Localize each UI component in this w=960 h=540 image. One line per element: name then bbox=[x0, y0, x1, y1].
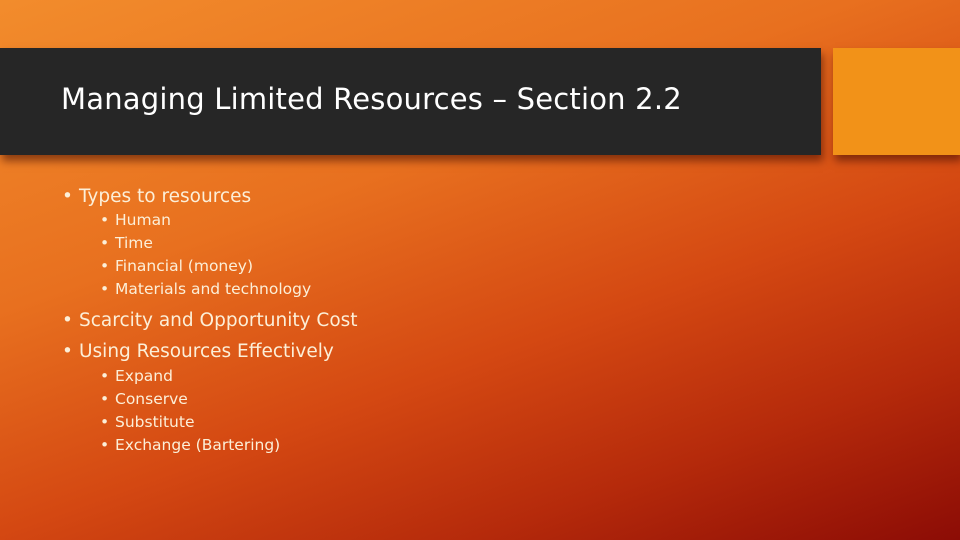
bullet-icon: • bbox=[62, 186, 73, 207]
sub-bullet-text: Human bbox=[115, 211, 171, 229]
bullet-icon: • bbox=[62, 341, 73, 362]
bullet-icon: • bbox=[100, 280, 110, 298]
sub-bullet-item: • Substitute bbox=[100, 413, 195, 431]
bullet-icon: • bbox=[100, 211, 110, 229]
bullet-item: • Using Resources Effectively bbox=[62, 341, 334, 362]
slide: Managing Limited Resources – Section 2.2… bbox=[0, 0, 960, 540]
bullet-text: Types to resources bbox=[79, 186, 252, 207]
sub-bullet-text: Expand bbox=[115, 367, 173, 385]
sub-bullet-item: • Expand bbox=[100, 367, 173, 385]
bullet-text: Scarcity and Opportunity Cost bbox=[79, 310, 358, 331]
sub-bullet-text: Exchange (Bartering) bbox=[115, 436, 281, 454]
sub-bullet-item: • Exchange (Bartering) bbox=[100, 436, 281, 454]
bullet-item: • Scarcity and Opportunity Cost bbox=[62, 310, 358, 331]
bullet-icon: • bbox=[100, 436, 110, 454]
sub-bullet-text: Substitute bbox=[115, 413, 195, 431]
bullet-icon: • bbox=[100, 234, 110, 252]
sub-bullet-item: • Financial (money) bbox=[100, 257, 254, 275]
sub-bullet-text: Financial (money) bbox=[115, 257, 254, 275]
slide-title: Managing Limited Resources – Section 2.2 bbox=[61, 82, 682, 116]
bullet-icon: • bbox=[62, 310, 73, 331]
accent-square bbox=[833, 48, 960, 155]
bullet-icon: • bbox=[100, 413, 110, 431]
sub-bullet-item: • Conserve bbox=[100, 390, 188, 408]
sub-bullet-item: • Time bbox=[100, 234, 153, 252]
bullet-icon: • bbox=[100, 390, 110, 408]
bullet-text: Using Resources Effectively bbox=[79, 341, 334, 362]
bullet-icon: • bbox=[100, 257, 110, 275]
bullet-icon: • bbox=[100, 367, 110, 385]
sub-bullet-text: Conserve bbox=[115, 390, 188, 408]
sub-bullet-item: • Materials and technology bbox=[100, 280, 312, 298]
bullet-item: • Types to resources bbox=[62, 186, 252, 207]
sub-bullet-item: • Human bbox=[100, 211, 171, 229]
sub-bullet-text: Time bbox=[115, 234, 153, 252]
sub-bullet-text: Materials and technology bbox=[115, 280, 312, 298]
